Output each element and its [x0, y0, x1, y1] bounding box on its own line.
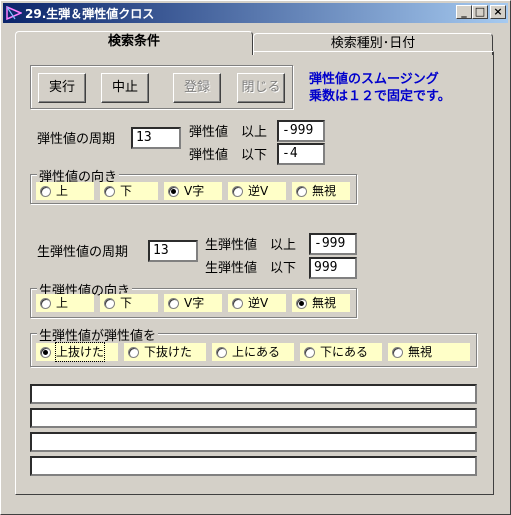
radio-label: 下 [120, 296, 133, 310]
radio-button-icon [296, 186, 307, 197]
result-box-2[interactable] [30, 408, 477, 428]
raw-upper-input[interactable]: -999 [309, 233, 357, 255]
tab-label: 検索種別･日付 [330, 36, 416, 51]
cross-radio-1[interactable]: 下抜けた [124, 343, 206, 361]
elastic-lower-input[interactable]: -4 [277, 143, 325, 165]
elastic-direction-radio-2[interactable]: V字 [164, 182, 222, 200]
cross-radio-4[interactable]: 無視 [388, 343, 470, 361]
radio-label: V字 [184, 296, 205, 310]
radio-button-icon [296, 298, 307, 309]
radio-label: 下にある [320, 345, 369, 359]
elastic-period-input[interactable]: 13 [131, 127, 181, 149]
radio-label: V字 [184, 184, 205, 198]
raw-direction-radio-2[interactable]: V字 [164, 294, 222, 312]
radio-button-icon [104, 298, 115, 309]
stop-button[interactable]: 中止 [101, 73, 149, 103]
raw-upper-label: 生弾性値 以上 [205, 238, 297, 253]
radio-button-icon [392, 347, 403, 358]
radio-label: 上抜けた [54, 342, 106, 362]
app-window: 29.生弾＆弾性値クロス _ □ × 検索条件 検索種別･日付 実行 中止 登録… [0, 0, 511, 515]
radio-label: 無視 [408, 345, 433, 359]
cross-legend: 生弾性値が弾性値を [37, 325, 159, 344]
raw-direction-radio-3[interactable]: 逆V [228, 294, 286, 312]
radio-button-icon [216, 347, 227, 358]
elastic-direction-radio-3[interactable]: 逆V [228, 182, 286, 200]
elastic-lower-label: 弾性値 以下 [189, 148, 268, 163]
close-button[interactable]: × [490, 5, 506, 19]
elastic-direction-radio-4[interactable]: 無視 [292, 182, 350, 200]
radio-button-icon [128, 347, 139, 358]
raw-lower-input[interactable]: 999 [309, 257, 357, 279]
maximize-button[interactable]: □ [472, 5, 488, 19]
radio-label: 下 [120, 184, 133, 198]
raw-lower-label: 生弾性値 以下 [205, 261, 297, 276]
radio-button-icon [40, 186, 51, 197]
tab-label: 検索条件 [107, 34, 160, 49]
radio-label: 上 [56, 184, 69, 198]
raw-period-input[interactable]: 13 [148, 240, 198, 262]
register-button[interactable]: 登録 [173, 73, 221, 103]
note-line-2: 乗数は１２で固定です。 [309, 89, 451, 104]
radio-button-icon [232, 298, 243, 309]
elastic-direction-radio-1[interactable]: 下 [100, 182, 158, 200]
elastic-upper-label: 弾性値 以上 [189, 125, 268, 140]
raw-direction-radio-0[interactable]: 上 [36, 294, 94, 312]
cross-radio-0[interactable]: 上抜けた [36, 342, 118, 362]
app-icon [6, 5, 22, 21]
radio-label: 逆V [248, 296, 269, 310]
minimize-button[interactable]: _ [456, 5, 472, 19]
radio-label: 逆V [248, 184, 269, 198]
raw-direction-radio-4[interactable]: 無視 [292, 294, 350, 312]
radio-label: 上にある [232, 345, 281, 359]
raw-period-label: 生弾性値の周期 [37, 245, 129, 260]
tab-search-conditions[interactable]: 検索条件 [15, 31, 253, 55]
close-dialog-button[interactable]: 閉じる [237, 73, 285, 103]
title-bar[interactable]: 29.生弾＆弾性値クロス _ □ × [3, 3, 508, 23]
radio-button-icon [40, 298, 51, 309]
radio-button-icon [104, 186, 115, 197]
radio-button-icon [232, 186, 243, 197]
result-box-1[interactable] [30, 384, 477, 404]
radio-label: 上 [56, 296, 69, 310]
window-title: 29.生弾＆弾性値クロス [25, 7, 155, 21]
elastic-upper-input[interactable]: -999 [277, 120, 325, 142]
radio-button-icon [168, 298, 179, 309]
radio-label: 無視 [312, 296, 337, 310]
radio-button-icon [168, 186, 179, 197]
radio-label: 無視 [312, 184, 337, 198]
radio-label: 下抜けた [144, 345, 193, 359]
smoothing-note: 弾性値のスムージング 乗数は１２で固定です。 [309, 71, 451, 105]
result-box-4[interactable] [30, 456, 477, 476]
note-line-1: 弾性値のスムージング [309, 72, 439, 87]
radio-button-icon [304, 347, 315, 358]
raw-direction-radio-1[interactable]: 下 [100, 294, 158, 312]
cross-radio-2[interactable]: 上にある [212, 343, 294, 361]
elastic-direction-radio-0[interactable]: 上 [36, 182, 94, 200]
run-button[interactable]: 実行 [38, 73, 86, 103]
cross-radio-3[interactable]: 下にある [300, 343, 382, 361]
radio-button-icon [40, 347, 51, 358]
result-box-3[interactable] [30, 432, 477, 452]
elastic-period-label: 弾性値の周期 [37, 132, 116, 147]
